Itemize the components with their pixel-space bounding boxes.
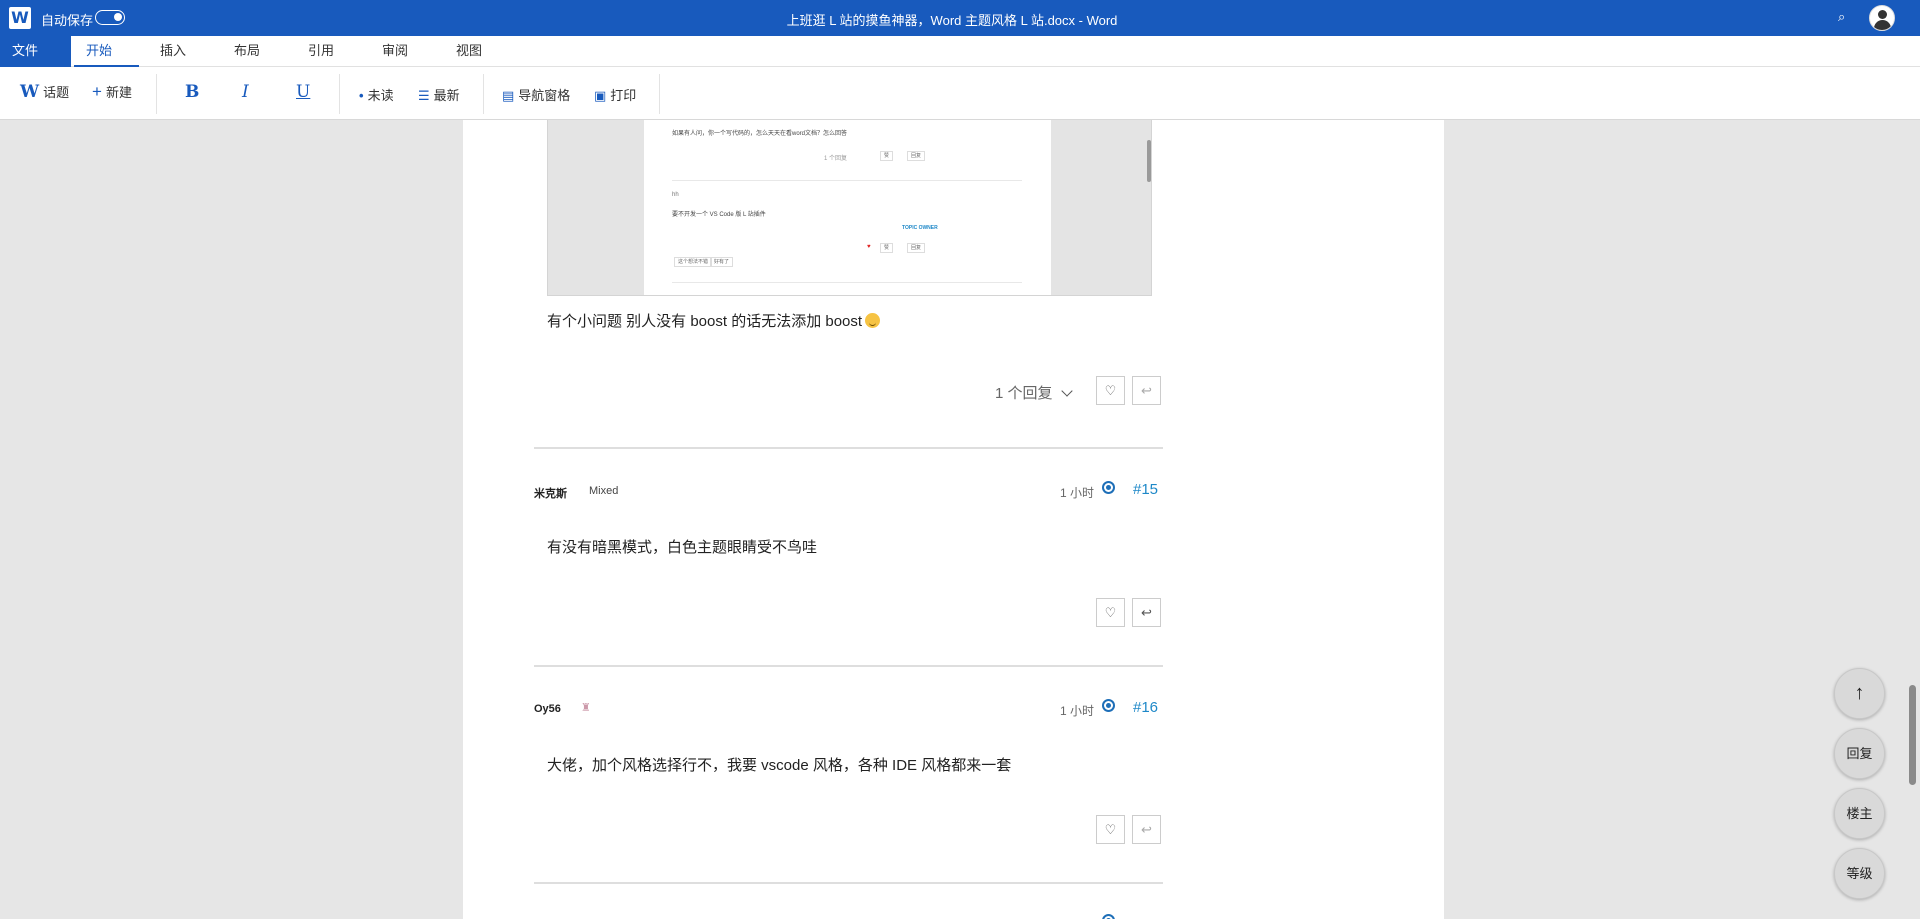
username[interactable]: Oy56 xyxy=(534,703,561,715)
reply-button[interactable]: ↩ xyxy=(1132,376,1161,405)
italic-button[interactable]: I xyxy=(242,82,249,102)
user-avatar[interactable] xyxy=(1869,5,1895,31)
print-icon: ▣ xyxy=(594,88,607,103)
tab-home[interactable]: 开始 xyxy=(73,36,140,67)
image-topic-owner: TOPIC OWNER xyxy=(902,225,938,231)
replies-toggle[interactable]: 1 个回复 xyxy=(995,382,1073,403)
user-badge-icon: ♜ xyxy=(581,702,591,714)
post-body-15: 有没有暗黑模式，白色主题眼睛受不鸟哇 xyxy=(547,539,818,556)
like-button[interactable]: ♡ xyxy=(1096,598,1125,627)
word-topic-icon: W xyxy=(20,82,40,102)
back-to-top-button[interactable]: ↑ xyxy=(1834,668,1885,719)
tab-insert[interactable]: 插入 xyxy=(160,36,186,67)
post-divider xyxy=(534,447,1163,449)
new-label: 新建 xyxy=(105,85,132,100)
print-label: 打印 xyxy=(610,88,637,103)
latest-button[interactable]: ☰ 最新 xyxy=(418,85,460,104)
title-bar: W 自动保存 上班逛 L 站的摸鱼神器，Word 主题风格 L 站.docx -… xyxy=(0,0,1920,36)
nav-pane-icon: ▤ xyxy=(502,88,515,103)
post-divider xyxy=(534,882,1163,884)
post-time[interactable]: 1 小时 xyxy=(1060,702,1094,719)
ribbon-divider xyxy=(659,74,660,114)
ribbon-divider xyxy=(483,74,484,114)
username[interactable]: 米克斯 xyxy=(534,485,567,501)
image-like-button: 赞 xyxy=(880,151,894,161)
image-divider xyxy=(672,282,1022,283)
like-button[interactable]: ♡ xyxy=(1096,376,1125,405)
scrollbar-thumb[interactable] xyxy=(1909,685,1916,785)
replies-count: 1 个回复 xyxy=(995,385,1053,402)
underline-button[interactable]: U xyxy=(296,82,310,102)
image-content: 如果有人问，你一个写代码的，怎么天天在看word文档？怎么回答 1 个回复 赞 … xyxy=(644,120,1051,295)
ribbon-divider xyxy=(156,74,157,114)
print-button[interactable]: ▣ 打印 xyxy=(594,85,636,104)
image-author: hh xyxy=(672,192,679,198)
image-heart-icon: ♥ xyxy=(867,244,871,250)
window-scrollbar[interactable] xyxy=(1905,120,1920,919)
latest-label: 最新 xyxy=(433,88,460,103)
post-time[interactable]: 1 小时 xyxy=(1060,484,1094,501)
ribbon-divider xyxy=(339,74,340,114)
image-like-button-2: 赞 xyxy=(880,243,894,253)
post-body-14: 有个小问题 别人没有 boost 的话无法添加 boost xyxy=(547,310,881,331)
image-reply-count: 1 个回复 xyxy=(824,156,848,162)
document-title: 上班逛 L 站的摸鱼神器，Word 主题风格 L 站.docx - Word xyxy=(786,13,1118,28)
dot-icon: • xyxy=(359,88,364,103)
smile-emoji-icon xyxy=(865,313,881,328)
topic-label: 话题 xyxy=(43,85,70,100)
tab-review[interactable]: 审阅 xyxy=(382,36,408,67)
tab-file[interactable]: 文件 xyxy=(0,36,71,67)
nav-pane-label: 导航窗格 xyxy=(518,88,571,103)
image-chip-a: 这个想法不错 xyxy=(674,257,713,267)
reply-button[interactable]: ↩ xyxy=(1132,598,1161,627)
chevron-down-icon xyxy=(1061,385,1073,397)
unread-button[interactable]: • 未读 xyxy=(359,85,394,104)
new-button[interactable]: + 新建 xyxy=(92,82,132,102)
image-reply-button: 回复 xyxy=(907,151,926,161)
floating-owner-button[interactable]: 楼主 xyxy=(1834,788,1885,839)
bold-button[interactable]: B xyxy=(185,82,199,102)
image-reply-button-2: 回复 xyxy=(907,243,926,253)
unread-label: 未读 xyxy=(367,88,394,103)
image-chip-b: 好有了 xyxy=(710,257,734,267)
post-text: 有个小问题 别人没有 boost 的话无法添加 boost xyxy=(547,313,863,330)
post-divider xyxy=(534,665,1163,667)
tab-references[interactable]: 引用 xyxy=(308,36,334,67)
ribbon-toolbar: W 话题 + 新建 B I U • 未读 ☰ 最新 ▤ 导航窗格 ▣ 打印 xyxy=(0,67,1920,120)
tab-layout[interactable]: 布局 xyxy=(234,36,260,67)
post-number[interactable]: #16 xyxy=(1133,699,1158,716)
image-suggestion-text: 要不开发一个 VS Code 版 L 站插件 xyxy=(672,212,766,218)
avatar-body-icon xyxy=(1874,20,1891,30)
read-status-icon xyxy=(1102,481,1115,494)
menu-bar: 文件 开始 插入 布局 引用 审阅 视图 xyxy=(0,36,1920,67)
post-image[interactable]: 如果有人问，你一个写代码的，怎么天天在看word文档？怎么回答 1 个回复 赞 … xyxy=(547,120,1152,296)
like-button[interactable]: ♡ xyxy=(1096,815,1125,844)
floating-level-button[interactable]: 等级 xyxy=(1834,848,1885,899)
topic-button[interactable]: W 话题 xyxy=(20,82,69,102)
nav-pane-button[interactable]: ▤ 导航窗格 xyxy=(502,85,570,104)
search-icon[interactable]: ⌕ xyxy=(1838,9,1845,25)
read-status-icon xyxy=(1102,699,1115,712)
image-question-text: 如果有人问，你一个写代码的，怎么天天在看word文档？怎么回答 xyxy=(672,131,848,137)
floating-reply-button[interactable]: 回复 xyxy=(1834,728,1885,779)
user-title: Mixed xyxy=(589,485,619,497)
plus-icon: + xyxy=(92,82,102,101)
image-scroll-thumb xyxy=(1147,140,1151,182)
lines-icon: ☰ xyxy=(418,88,430,103)
post-body-16: 大佬，加个风格选择行不，我要 vscode 风格，各种 IDE 风格都来一套 xyxy=(547,757,1012,774)
image-divider xyxy=(672,180,1022,181)
avatar-head-icon xyxy=(1878,10,1887,19)
reply-button[interactable]: ↩ xyxy=(1132,815,1161,844)
tab-view[interactable]: 视图 xyxy=(456,36,482,67)
post-number[interactable]: #15 xyxy=(1133,481,1158,498)
